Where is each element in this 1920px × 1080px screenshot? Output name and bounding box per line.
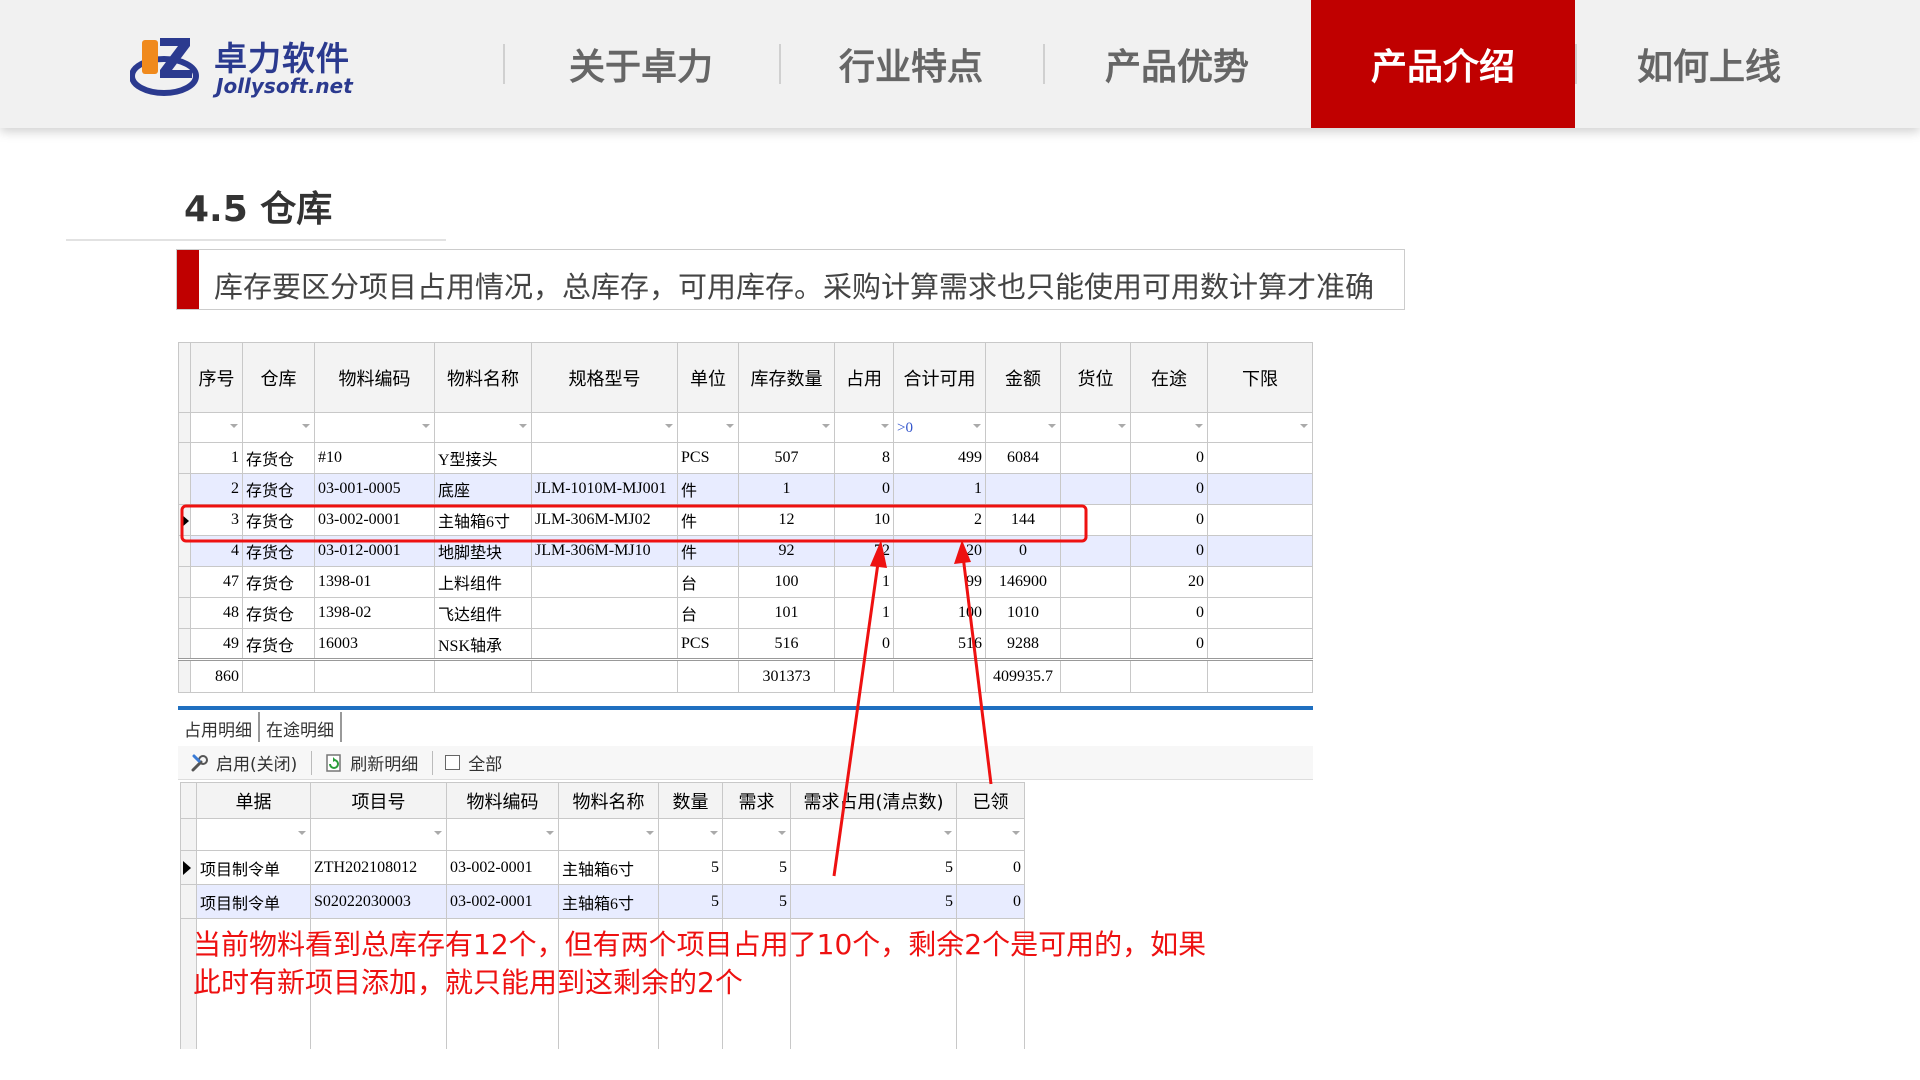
refresh-icon [326,753,342,772]
table-row[interactable]: 项目制令单 S02022030003 03-002-0001 主轴箱6寸 5 5 5 0 [180,884,1025,919]
erp-screenshot: 序号 仓库 物料编码 物料名称 规格型号 单位 库存数量 占用 合计可用 金额 … [178,342,1313,1049]
row-pointer-icon [181,514,189,528]
col-header[interactable]: 库存数量 [738,342,835,413]
col-header[interactable]: 规格型号 [531,342,678,413]
filter-cell[interactable] [658,818,723,851]
tab-in-transit-detail[interactable]: 在途明细 [260,712,342,742]
col-header[interactable]: 物料编码 [446,782,559,819]
total-count: 860 [190,658,243,693]
filter-cell[interactable] [310,818,447,851]
site-header: 卓力软件 Jollysoft.net 关于卓力 行业特点 产品优势 产品介绍 如… [0,0,1920,128]
filter-cell-available[interactable]: >0 [893,412,986,443]
detail-header-row: 单据 项目号 物料编码 物料名称 数量 需求 需求占用(清点数) 已领 [180,782,1025,819]
logo-text-cn: 卓力软件 [214,39,350,78]
inventory-header-row: 序号 仓库 物料编码 物料名称 规格型号 单位 库存数量 占用 合计可用 金额 … [178,342,1313,413]
col-header[interactable]: 单据 [196,782,311,819]
table-row[interactable]: 1 存货仓 #10 Y型接头 PCS 507 8 499 6084 0 [178,442,1313,474]
detail-tabs: 占用明细 在途明细 [178,712,342,742]
checkbox-icon[interactable] [445,755,461,770]
col-header[interactable]: 物料名称 [558,782,659,819]
col-header[interactable]: 下限 [1207,342,1313,413]
page: 卓力软件 Jollysoft.net 关于卓力 行业特点 产品优势 产品介绍 如… [0,0,1920,1080]
filter-cell[interactable] [196,818,311,851]
all-checkbox[interactable]: 全部 [439,748,508,777]
total-amount: 409935.7 [985,658,1061,693]
panel-splitter[interactable] [178,706,1313,710]
table-row-selected[interactable]: 3 存货仓 03-002-0001 主轴箱6寸 JLM-306M-MJ02 件 12 10 2 1… [178,504,1313,536]
tab-occupied-detail[interactable]: 占用明细 [178,712,260,742]
table-row[interactable]: 48 存货仓 1398-02 飞达组件台 101 1 100 1010 0 [178,597,1313,629]
filter-cell[interactable] [1130,412,1208,443]
col-header[interactable]: 物料名称 [434,342,532,413]
filter-cell[interactable] [190,412,243,443]
table-row-selected[interactable]: 项目制令单 ZTH202108012 03-002-0001 主轴箱6寸 5 5 5 0 [180,850,1025,885]
col-header[interactable]: 数量 [658,782,723,819]
filter-cell[interactable] [1060,412,1131,443]
col-header[interactable]: 占用 [834,342,894,413]
filter-cell[interactable] [790,818,957,851]
title-divider [66,239,446,241]
filter-cell[interactable] [242,412,315,443]
filter-cell[interactable] [434,412,532,443]
nav-about[interactable]: 关于卓力 [503,0,779,128]
tools-icon [191,754,208,771]
enable-button[interactable]: 启用(关闭) [184,748,303,777]
col-header[interactable]: 货位 [1060,342,1131,413]
inventory-grid: 序号 仓库 物料编码 物料名称 规格型号 单位 库存数量 占用 合计可用 金额 … [178,342,1313,693]
table-row[interactable]: 47 存货仓 1398-01 上料组件台 100 1 99 146900 20 [178,566,1313,598]
col-header[interactable]: 合计可用 [893,342,986,413]
filter-cell[interactable] [531,412,678,443]
logo-text-en: Jollysoft.net [216,74,353,98]
totals-row: 860 301373 409935.7 [178,658,1313,693]
detail-toolbar: 启用(关闭) 刷新明细 全部 [178,746,1313,780]
annotation-line-1: 当前物料看到总库存有12个，但有两个项目占用了10个，剩余2个是可用的，如果 [193,928,1207,961]
detail-filter-row [180,818,1025,851]
table-row[interactable]: 49 存货仓 16003 NSK轴承 PCS 516 0 516 9288 0 [178,628,1313,660]
filter-cell[interactable] [446,818,559,851]
nav-advantages[interactable]: 产品优势 [1043,0,1311,128]
annotation-text: 当前物料看到总库存有12个，但有两个项目占用了10个，剩余2个是可用的，如果 此… [193,926,1206,1002]
filter-cell[interactable] [956,818,1025,851]
filter-cell[interactable] [558,818,659,851]
row-pointer-icon [183,861,191,875]
filter-cell[interactable] [834,412,894,443]
col-header[interactable]: 仓库 [242,342,315,413]
col-header[interactable]: 序号 [190,342,243,413]
logo[interactable]: 卓力软件 Jollysoft.net [130,30,360,100]
nav-products[interactable]: 产品介绍 [1311,0,1575,128]
annotation-line-2: 此时有新项目添加，就只能用到这剩余的2个 [193,966,743,999]
total-stock: 301373 [738,658,835,693]
filter-cell[interactable] [985,412,1061,443]
section-title: 4.5 仓库 [184,189,333,230]
col-header[interactable]: 项目号 [310,782,447,819]
logo-mark-icon [130,38,199,96]
col-header[interactable]: 金额 [985,342,1061,413]
col-header[interactable]: 在途 [1130,342,1208,413]
col-header[interactable]: 物料编码 [314,342,435,413]
filter-cell[interactable] [1207,412,1313,443]
table-row[interactable]: 4 存货仓 03-012-0001 地脚垫块 JLM-306M-MJ10 件 92 72 20 0… [178,535,1313,567]
nav-industry[interactable]: 行业特点 [779,0,1043,128]
inventory-filter-row: >0 [178,412,1313,443]
refresh-detail-button[interactable]: 刷新明细 [318,748,424,777]
col-header[interactable]: 需求占用(清点数) [790,782,957,819]
nav-go-live[interactable]: 如何上线 [1575,0,1843,128]
occupation-detail-grid: 单据 项目号 物料编码 物料名称 数量 需求 需求占用(清点数) 已领 项目制令… [180,782,1025,1049]
main-nav: 关于卓力 行业特点 产品优势 产品介绍 如何上线 [503,0,1843,128]
col-header[interactable]: 单位 [677,342,739,413]
note-text: 库存要区分项目占用情况，总库存，可用库存。采购计算需求也只能使用可用数计算才准确 [214,270,1375,304]
col-header[interactable]: 已领 [956,782,1025,819]
filter-cell[interactable] [738,412,835,443]
table-row[interactable]: 2 存货仓 03-001-0005 底座 JLM-1010M-MJ001 件 1 0 1 0 [178,473,1313,505]
filter-cell[interactable] [677,412,739,443]
filter-cell[interactable] [314,412,435,443]
filter-cell[interactable] [722,818,791,851]
note-accent-bar [177,250,199,309]
col-header[interactable]: 需求 [722,782,791,819]
note-box: 库存要区分项目占用情况，总库存，可用库存。采购计算需求也只能使用可用数计算才准确 [176,249,1405,310]
